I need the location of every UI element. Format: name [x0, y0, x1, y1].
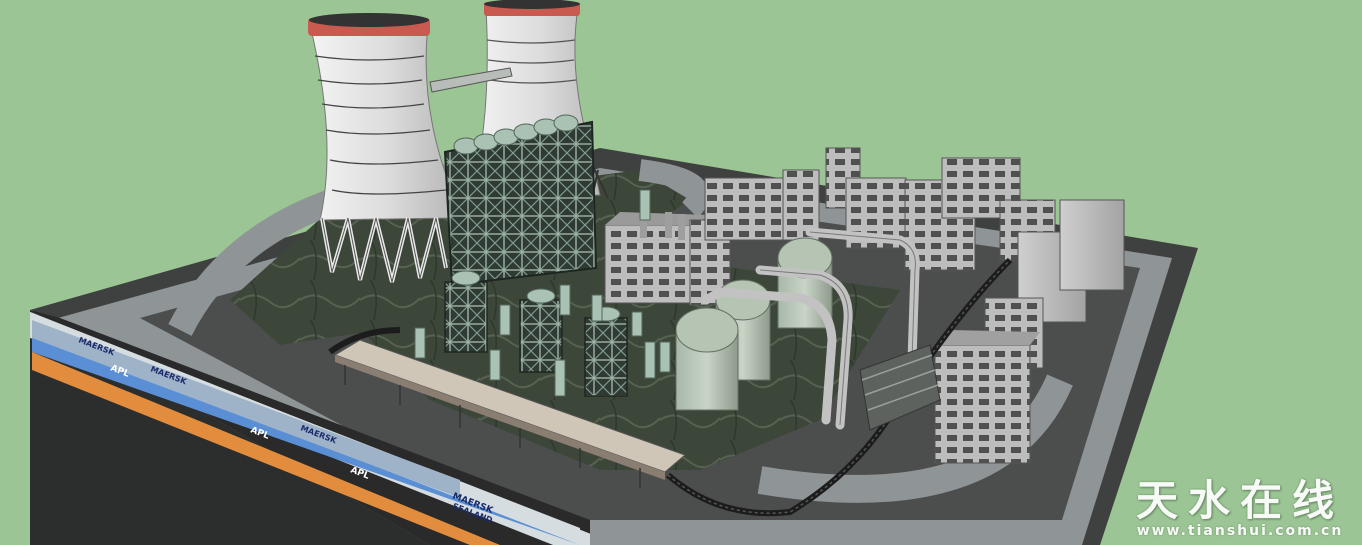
watermark-chinese: 天水在线	[1135, 476, 1344, 525]
watermark-url: www.tianshui.com.cn	[1136, 523, 1344, 539]
site-watermark: 天水在线 www.tianshui.com.cn	[1135, 476, 1344, 540]
industrial-plant-render: MAERSK MAERSK MAERSK MAERSK SEALAND APL …	[30, 0, 1198, 545]
steel-frame-structure	[443, 114, 598, 287]
